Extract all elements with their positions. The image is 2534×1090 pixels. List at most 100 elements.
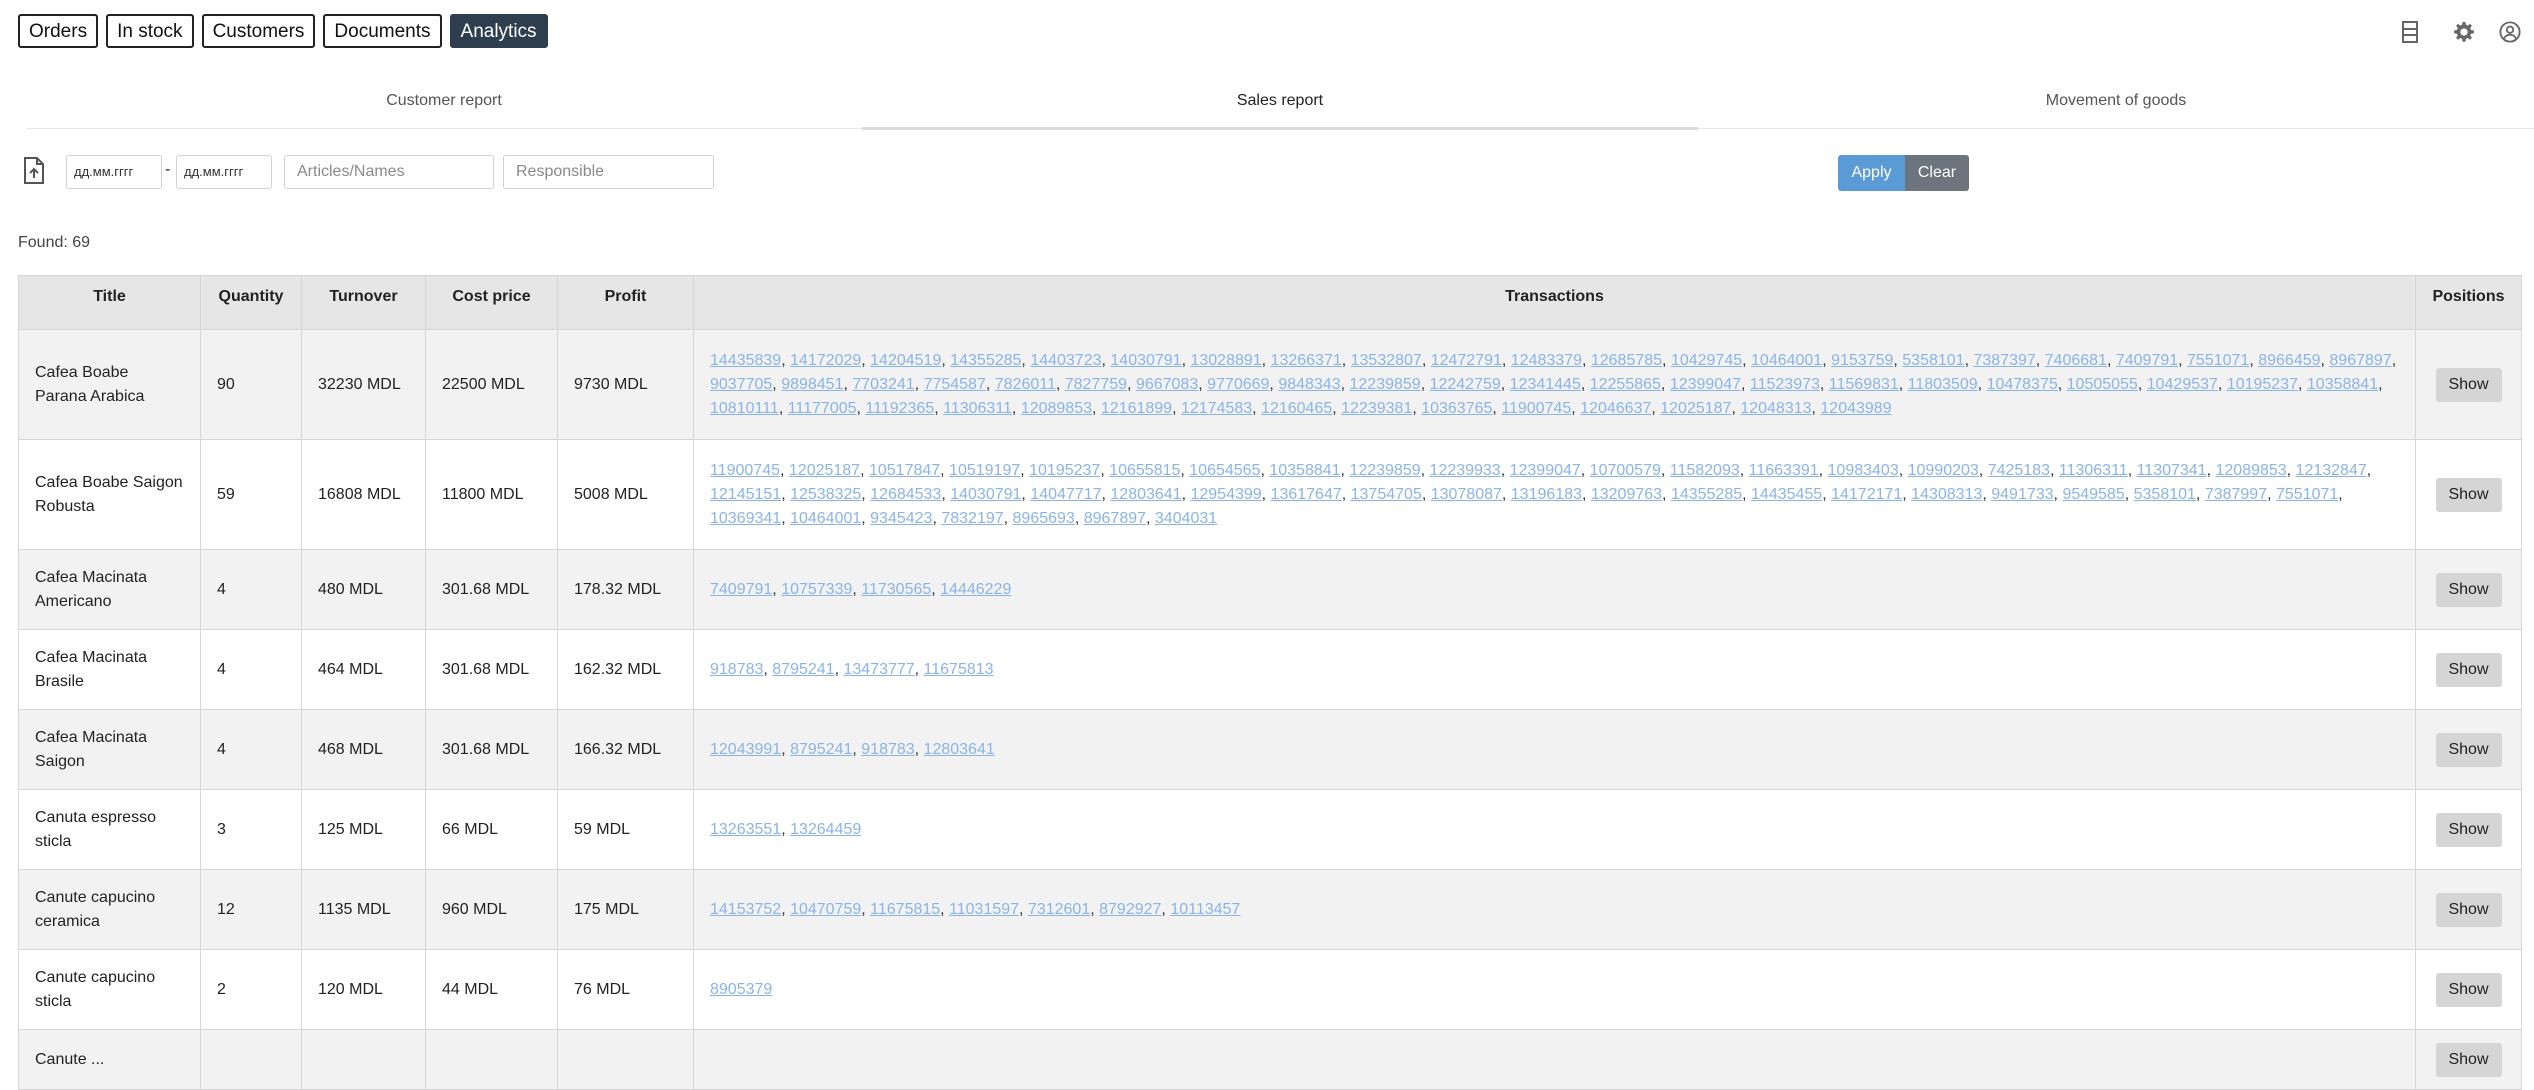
transaction-link[interactable]: 11306311 (943, 400, 1012, 417)
transaction-link[interactable]: 13028891 (1190, 352, 1261, 369)
nav-orders-button[interactable]: Orders (18, 14, 99, 48)
transaction-link[interactable]: 8965693 (1013, 510, 1075, 527)
transaction-link[interactable]: 9770669 (1207, 376, 1269, 393)
user-icon[interactable] (2496, 18, 2524, 46)
transaction-link[interactable]: 9037705 (710, 376, 772, 393)
transaction-link[interactable]: 10983403 (1828, 462, 1899, 479)
transaction-link[interactable]: 9848343 (1278, 376, 1340, 393)
transaction-link[interactable]: 918783 (861, 741, 914, 758)
transaction-link[interactable]: 12483379 (1511, 352, 1582, 369)
transaction-link[interactable]: 10429537 (2147, 376, 2218, 393)
transaction-link[interactable]: 13263551 (710, 821, 781, 838)
transaction-link[interactable]: 11307341 (2137, 462, 2207, 479)
transaction-link[interactable]: 7387997 (2205, 486, 2267, 503)
clear-button[interactable]: Clear (1905, 155, 1969, 191)
transaction-link[interactable]: 10478375 (1987, 376, 2058, 393)
transaction-link[interactable]: 8967897 (1084, 510, 1146, 527)
transaction-link[interactable]: 11803509 (1908, 376, 1978, 393)
show-positions-button[interactable]: Show (2435, 892, 2502, 927)
show-positions-button[interactable]: Show (2435, 652, 2502, 687)
transaction-link[interactable]: 8967897 (2329, 352, 2391, 369)
tab-sales-report[interactable]: Sales report (862, 84, 1698, 130)
transaction-link[interactable]: 14047717 (1030, 486, 1101, 503)
transaction-link[interactable]: 13754705 (1351, 486, 1422, 503)
transaction-link[interactable]: 14435455 (1751, 486, 1822, 503)
transaction-link[interactable]: 14446229 (940, 581, 1011, 598)
transaction-link[interactable]: 12803641 (1110, 486, 1181, 503)
transaction-link[interactable]: 8795241 (772, 661, 834, 678)
transaction-link[interactable]: 11569831 (1829, 376, 1899, 393)
transaction-link[interactable]: 8905379 (710, 981, 772, 998)
transaction-link[interactable]: 13532807 (1351, 352, 1422, 369)
transaction-link[interactable]: 9491733 (1991, 486, 2053, 503)
transaction-link[interactable]: 10655815 (1109, 462, 1180, 479)
transaction-link[interactable]: 12239933 (1430, 462, 1501, 479)
transaction-link[interactable]: 10654565 (1189, 462, 1260, 479)
transaction-link[interactable]: 12803641 (924, 741, 995, 758)
transaction-link[interactable]: 12025187 (789, 462, 860, 479)
transaction-link[interactable]: 10358841 (1269, 462, 1340, 479)
transaction-link[interactable]: 8966459 (2258, 352, 2320, 369)
show-positions-button[interactable]: Show (2435, 732, 2502, 767)
transaction-link[interactable]: 12161899 (1101, 400, 1172, 417)
transaction-link[interactable]: 12685785 (1591, 352, 1662, 369)
transaction-link[interactable]: 7312601 (1028, 901, 1090, 918)
transaction-link[interactable]: 12089853 (1021, 400, 1092, 417)
transaction-link[interactable]: 14153752 (710, 901, 781, 918)
transaction-link[interactable]: 10464001 (790, 510, 861, 527)
transaction-link[interactable]: 10195237 (1029, 462, 1100, 479)
transaction-link[interactable]: 5358101 (2134, 486, 2196, 503)
col-header-title[interactable]: Title (18, 275, 201, 330)
transaction-link[interactable]: 7387397 (1973, 352, 2035, 369)
show-positions-button[interactable]: Show (2435, 572, 2502, 607)
transaction-link[interactable]: 10700579 (1590, 462, 1661, 479)
transaction-link[interactable]: 12684533 (870, 486, 941, 503)
transaction-link[interactable]: 7754587 (924, 376, 986, 393)
transaction-link[interactable]: 9667083 (1136, 376, 1198, 393)
transaction-link[interactable]: 14172029 (790, 352, 861, 369)
transaction-link[interactable]: 13196183 (1511, 486, 1582, 503)
transaction-link[interactable]: 12239859 (1350, 376, 1421, 393)
nav-customers-button[interactable]: Customers (201, 14, 316, 48)
transaction-link[interactable]: 14204519 (870, 352, 941, 369)
layout-icon[interactable] (2396, 18, 2424, 46)
transaction-link[interactable]: 7827759 (1065, 376, 1127, 393)
transaction-link[interactable]: 7551071 (2187, 352, 2249, 369)
transaction-link[interactable]: 14403723 (1030, 352, 1101, 369)
transaction-link[interactable]: 12239859 (1349, 462, 1420, 479)
transaction-link[interactable]: 12538325 (790, 486, 861, 503)
transaction-link[interactable]: 12399047 (1510, 462, 1581, 479)
gear-icon[interactable] (2450, 18, 2478, 46)
transaction-link[interactable]: 13209763 (1591, 486, 1662, 503)
transaction-link[interactable]: 11730565 (861, 581, 931, 598)
articles-input[interactable] (284, 155, 494, 189)
col-header-profit[interactable]: Profit (557, 275, 694, 330)
col-header-turnover[interactable]: Turnover (301, 275, 426, 330)
transaction-link[interactable]: 7409791 (2116, 352, 2178, 369)
transaction-link[interactable]: 7409791 (710, 581, 772, 598)
transaction-link[interactable]: 14172171 (1831, 486, 1902, 503)
transaction-link[interactable]: 8792927 (1099, 901, 1161, 918)
transaction-link[interactable]: 12399047 (1670, 376, 1741, 393)
transaction-link[interactable]: 8795241 (790, 741, 852, 758)
show-positions-button[interactable]: Show (2435, 812, 2502, 847)
transaction-link[interactable]: 12046637 (1580, 400, 1651, 417)
transaction-link[interactable]: 9345423 (870, 510, 932, 527)
transaction-link[interactable]: 5358101 (1902, 352, 1964, 369)
transaction-link[interactable]: 11675815 (870, 901, 940, 918)
transaction-link[interactable]: 11306311 (2059, 462, 2128, 479)
transaction-link[interactable]: 10470759 (790, 901, 861, 918)
transaction-link[interactable]: 7425183 (1988, 462, 2050, 479)
show-positions-button[interactable]: Show (2435, 972, 2502, 1007)
transaction-link[interactable]: 11523973 (1750, 376, 1820, 393)
transaction-link[interactable]: 11675813 (924, 661, 994, 678)
transaction-link[interactable]: 12145151 (710, 486, 781, 503)
nav-in-stock-button[interactable]: In stock (106, 14, 194, 48)
transaction-link[interactable]: 7826011 (995, 376, 1056, 393)
transaction-link[interactable]: 11900745 (710, 462, 780, 479)
transaction-link[interactable]: 12025187 (1660, 400, 1731, 417)
transaction-link[interactable]: 11177005 (788, 400, 857, 417)
transaction-link[interactable]: 10195237 (2227, 376, 2298, 393)
transaction-link[interactable]: 12089853 (2215, 462, 2286, 479)
show-positions-button[interactable]: Show (2435, 477, 2502, 512)
